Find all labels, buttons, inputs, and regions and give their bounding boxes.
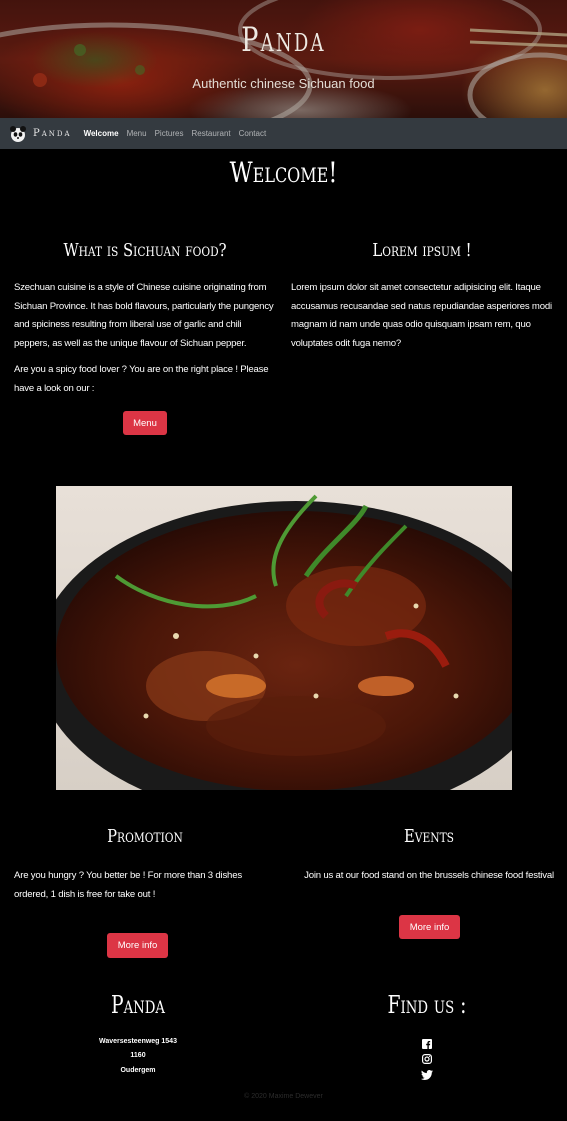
navbar: Panda Welcome Menu Pictures Restaurant C… xyxy=(0,118,567,149)
nav-link-restaurant[interactable]: Restaurant xyxy=(191,129,230,138)
sichuan-title: What is Sichuan food? xyxy=(63,240,227,261)
menu-button[interactable]: Menu xyxy=(123,411,167,435)
navbar-brand[interactable]: Panda xyxy=(33,128,72,139)
sichuan-dish-image xyxy=(56,486,512,790)
footer-brand: Panda xyxy=(111,991,165,1019)
hero-title: Panda xyxy=(241,20,326,60)
footer-address-street: Waversesteenweg 1543 xyxy=(99,1038,177,1045)
nav-link-pictures[interactable]: Pictures xyxy=(155,129,184,138)
lorem-title: Lorem ipsum ! xyxy=(372,240,472,261)
nav-link-contact[interactable]: Contact xyxy=(239,129,267,138)
hero-subtitle: Authentic chinese Sichuan food xyxy=(192,76,375,91)
promotion-more-info-button[interactable]: More info xyxy=(107,933,168,958)
nav-link-welcome[interactable]: Welcome xyxy=(84,129,119,138)
page-title: Welcome! xyxy=(229,156,338,189)
twitter-icon[interactable] xyxy=(420,1069,434,1081)
promotion-text: Are you hungry ? You better be ! For mor… xyxy=(14,870,242,900)
nav-link-menu[interactable]: Menu xyxy=(127,129,147,138)
events-title: Events xyxy=(403,826,454,847)
facebook-icon[interactable] xyxy=(420,1038,434,1050)
hero-banner: Panda Authentic chinese Sichuan food xyxy=(0,0,567,118)
promotion-title: Promotion xyxy=(107,826,183,847)
find-us-title: Find us : xyxy=(387,991,467,1019)
lorem-text: Lorem ipsum dolor sit amet consectetur a… xyxy=(291,282,552,349)
panda-logo-icon[interactable] xyxy=(9,125,27,143)
footer-address-city: Oudergem xyxy=(120,1067,156,1074)
footer-address-postcode: 1160 xyxy=(130,1052,146,1059)
copyright: © 2020 Maxime Dewever xyxy=(244,1093,323,1100)
instagram-icon[interactable] xyxy=(420,1053,434,1065)
events-text: Join us at our food stand on the brussel… xyxy=(304,870,554,881)
sichuan-text: Szechuan cuisine is a style of Chinese c… xyxy=(14,282,274,349)
sichuan-text-2: Are you a spicy food lover ? You are on … xyxy=(14,364,269,394)
nav-links: Welcome Menu Pictures Restaurant Contact xyxy=(84,129,267,138)
events-more-info-button[interactable]: More info xyxy=(399,915,460,939)
